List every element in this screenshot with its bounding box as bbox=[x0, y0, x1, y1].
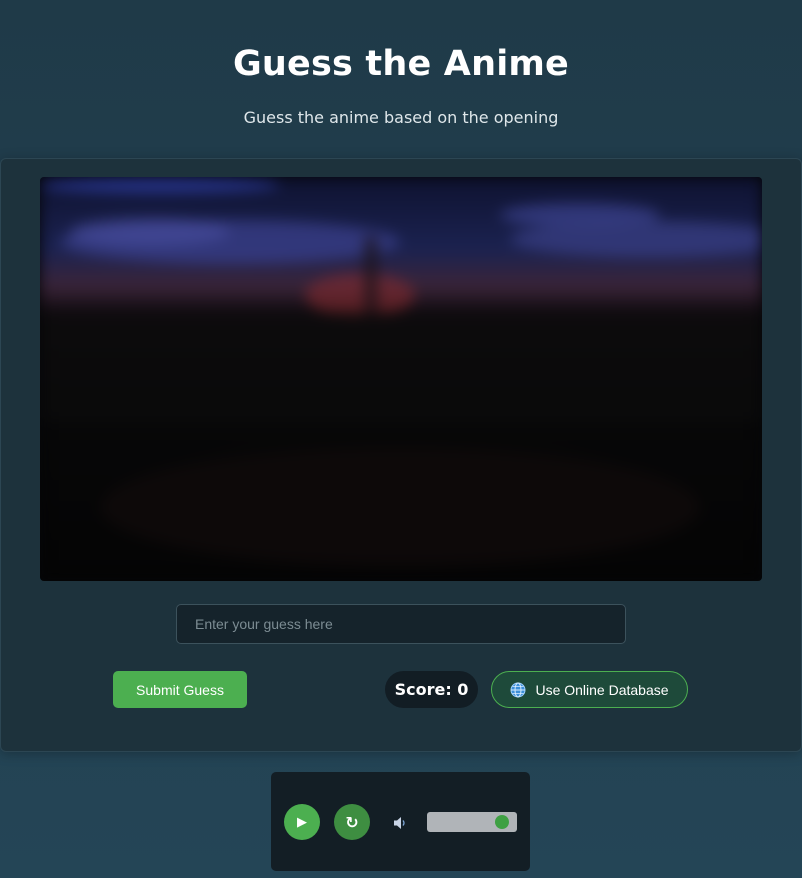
score-display: Score: 0 bbox=[385, 671, 478, 708]
replay-button[interactable]: ↻ bbox=[334, 804, 370, 840]
score-label: Score: 0 bbox=[394, 680, 469, 699]
use-online-database-button[interactable]: Use Online Database bbox=[491, 671, 688, 708]
speaker-icon bbox=[393, 815, 409, 829]
page-subtitle: Guess the anime based on the opening bbox=[243, 108, 559, 127]
submit-guess-button[interactable]: Submit Guess bbox=[113, 671, 247, 708]
audio-player: ▶ ↻ bbox=[271, 772, 530, 871]
play-button[interactable]: ▶ bbox=[284, 804, 320, 840]
play-icon: ▶ bbox=[297, 814, 307, 830]
volume-slider-thumb[interactable] bbox=[495, 815, 509, 829]
page-title: Guess the Anime bbox=[232, 44, 569, 84]
replay-icon: ↻ bbox=[345, 812, 359, 832]
blurred-video-frame bbox=[40, 177, 762, 581]
volume-slider[interactable] bbox=[427, 812, 517, 832]
globe-icon bbox=[510, 682, 526, 698]
guess-input[interactable] bbox=[176, 604, 626, 644]
use-online-database-label: Use Online Database bbox=[535, 681, 669, 698]
